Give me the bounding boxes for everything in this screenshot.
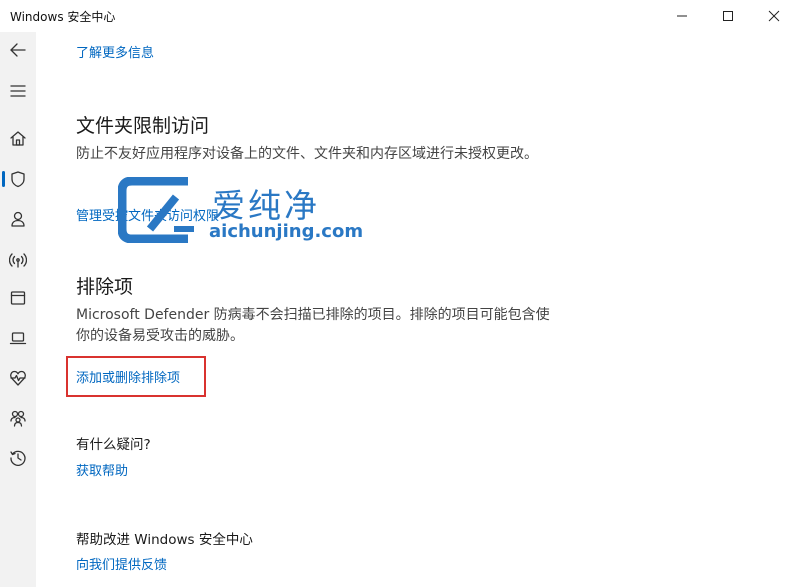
sidebar-item-virus-protection[interactable] [0, 164, 36, 194]
sidebar-item-family-options[interactable] [0, 403, 36, 433]
give-feedback-link[interactable]: 向我们提供反馈 [76, 554, 167, 573]
highlight-box [66, 356, 206, 397]
laptop-icon [9, 332, 27, 345]
close-button[interactable] [751, 0, 789, 32]
title-bar: Windows 安全中心 [0, 0, 789, 32]
window-title: Windows 安全中心 [10, 10, 116, 24]
sidebar-item-home[interactable] [0, 123, 36, 153]
watermark-url-text: aichunjing.com [209, 221, 364, 242]
folder-access-description: 防止不友好应用程序对设备上的文件、文件夹和内存区域进行未授权更改。 [76, 146, 538, 162]
watermark-logo: 爱纯净 aichunjing.com [118, 177, 368, 247]
improve-title: 帮助改进 Windows 安全中心 [76, 532, 253, 548]
person-icon [11, 211, 25, 227]
back-arrow-icon [10, 43, 26, 57]
back-button[interactable] [0, 35, 36, 65]
shield-icon [11, 171, 25, 188]
hamburger-menu-icon [10, 85, 26, 97]
sidebar [0, 32, 36, 587]
sidebar-item-app-browser[interactable] [0, 283, 36, 313]
home-icon [10, 131, 26, 146]
minimize-button[interactable] [659, 0, 705, 32]
maximize-icon [723, 11, 733, 21]
wireless-icon [9, 253, 27, 268]
sidebar-item-firewall[interactable] [0, 245, 36, 275]
heart-pulse-icon [10, 370, 26, 386]
sidebar-item-device-security[interactable] [0, 323, 36, 353]
watermark-brand-text: 爱纯净 [212, 186, 320, 225]
questions-title: 有什么疑问? [76, 437, 151, 453]
menu-button[interactable] [0, 76, 36, 106]
folder-access-title: 文件夹限制访问 [76, 115, 210, 137]
maximize-button[interactable] [705, 0, 751, 32]
minimize-icon [677, 15, 687, 17]
sidebar-item-protection-history[interactable] [0, 443, 36, 473]
exclusions-title: 排除项 [76, 276, 134, 298]
family-icon [10, 410, 26, 427]
watermark-c-logo-icon [118, 177, 194, 243]
sidebar-item-account-protection[interactable] [0, 204, 36, 234]
app-browser-icon [10, 291, 26, 305]
get-help-link[interactable]: 获取帮助 [76, 460, 128, 479]
close-icon [768, 10, 780, 22]
history-icon [10, 450, 26, 466]
learn-more-link[interactable]: 了解更多信息 [76, 42, 154, 61]
sidebar-item-device-health[interactable] [0, 363, 36, 393]
exclusions-description: Microsoft Defender 防病毒不会扫描已排除的项目。排除的项目可能… [76, 307, 550, 344]
